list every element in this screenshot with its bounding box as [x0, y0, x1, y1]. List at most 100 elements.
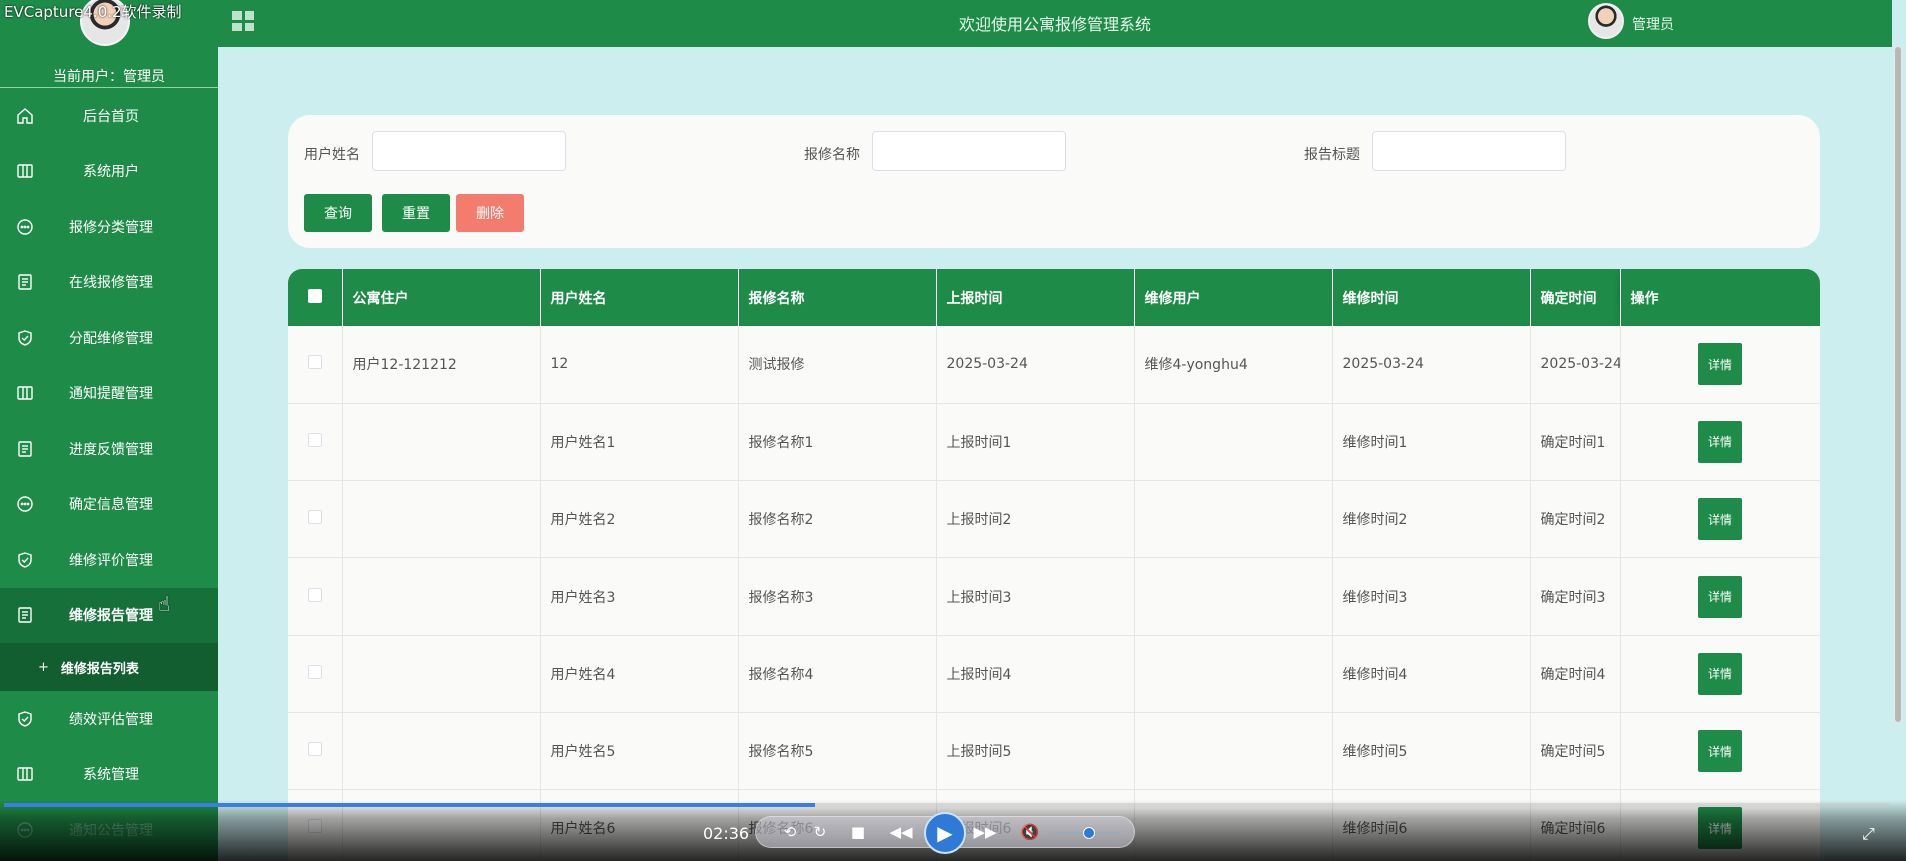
sidebar-subitem-label: 维修报告列表	[60, 661, 139, 677]
operation-cell: 详情	[1620, 557, 1820, 636]
sidebar-item[interactable]: 维修报告管理	[0, 587, 218, 643]
row-checkbox[interactable]	[307, 742, 322, 757]
table-body: 用户12-121212 12 测试报修 2025-03-24 维修4-yonghu4 20…	[288, 326, 1820, 861]
table-cell: 维修时间4	[1332, 635, 1531, 713]
refresh-icon[interactable]: ↻	[808, 816, 832, 848]
playback-progress[interactable]	[4, 803, 1889, 807]
table-cell: 确定时间1	[1530, 403, 1621, 482]
sidebar-item[interactable]: 报修分类管理	[0, 199, 218, 255]
table-cell: 用户姓名5	[540, 712, 739, 791]
rewind-icon[interactable]: ◀◀	[886, 816, 916, 848]
play-icon[interactable]: ▶	[924, 812, 966, 854]
table-cell: 上报时间1	[936, 403, 1135, 482]
reset-button[interactable]: 重置	[382, 194, 450, 232]
table-cell	[1134, 480, 1333, 559]
sidebar-item[interactable]: 绩效评估管理	[0, 691, 218, 747]
sidebar-item[interactable]: 通知提醒管理	[0, 366, 218, 422]
detail-button[interactable]: 详情	[1698, 652, 1742, 695]
search-label-username: 用户姓名	[304, 147, 360, 163]
document-icon	[15, 439, 35, 459]
sidebar-item[interactable]: 分配维修管理	[0, 310, 218, 366]
table-header-row: 公寓住户 用户姓名 报修名称 上报时间 维修用户 维修时间 确定时间 操作	[288, 269, 1820, 326]
select-all-checkbox[interactable]	[307, 288, 322, 303]
search-label-report-title: 报告标题	[1304, 147, 1360, 163]
mute-icon[interactable]: 🔇	[1018, 816, 1042, 848]
column-header: 确定时间	[1530, 269, 1621, 326]
fast-forward-icon[interactable]: ▶▶	[970, 816, 1000, 848]
table-cell: 12	[540, 326, 739, 404]
detail-button[interactable]: 详情	[1698, 730, 1742, 773]
mouse-cursor-icon: ☝	[158, 592, 171, 616]
operation-cell: 详情	[1620, 480, 1820, 559]
sidebar-item[interactable]: 在线报修管理	[0, 255, 218, 311]
column-header: 公寓住户	[342, 269, 541, 326]
table-cell	[342, 403, 541, 482]
table-cell: 报修名称2	[738, 480, 937, 559]
query-button[interactable]: 查询	[304, 194, 372, 232]
table-cell: 维修时间1	[1332, 403, 1531, 482]
row-checkbox[interactable]	[307, 664, 322, 679]
page-scrollbar[interactable]	[1894, 47, 1902, 722]
operation-cell: 详情	[1620, 635, 1820, 713]
sidebar-item[interactable]: 系统用户	[0, 144, 218, 200]
search-input-report-title[interactable]	[1372, 131, 1566, 171]
table-cell	[342, 557, 541, 636]
table-cell: 维修时间3	[1332, 557, 1531, 636]
row-checkbox[interactable]	[307, 587, 322, 602]
row-select-cell	[288, 557, 343, 636]
loop-icon[interactable]: ⟲	[778, 816, 802, 848]
home-icon	[15, 106, 35, 126]
column-header: 上报时间	[936, 269, 1135, 326]
row-checkbox[interactable]	[307, 355, 322, 370]
table-cell: 上报时间5	[936, 712, 1135, 791]
table-cell: 确定时间2	[1530, 480, 1621, 559]
operation-cell: 详情	[1620, 326, 1820, 404]
sidebar-subitem[interactable]: + 维修报告列表	[0, 643, 218, 691]
column-header: 用户姓名	[540, 269, 739, 326]
column-header: 操作	[1620, 269, 1820, 326]
sidebar-item[interactable]: 确定信息管理	[0, 477, 218, 533]
table-row: 用户姓名5 报修名称5 上报时间5 维修时间5 确定时间5 详情	[288, 712, 1820, 791]
table-cell: 报修名称5	[738, 712, 937, 791]
table-cell: 2025-03-24	[1332, 326, 1531, 404]
columns-icon	[15, 161, 35, 181]
data-table: 公寓住户 用户姓名 报修名称 上报时间 维修用户 维修时间 确定时间 操作 用户…	[288, 269, 1820, 861]
row-select-cell	[288, 403, 343, 482]
player-bar: 02:36 ⟲ ↻ ■ ◀◀ ▶ ▶▶ 🔇 ⤢	[0, 800, 1906, 861]
detail-button[interactable]: 详情	[1698, 575, 1742, 618]
table-cell: 测试报修	[738, 326, 937, 404]
row-select-cell	[288, 712, 343, 791]
detail-button[interactable]: 详情	[1698, 498, 1742, 541]
delete-button[interactable]: 删除	[456, 194, 524, 232]
table-cell: 报修名称4	[738, 635, 937, 713]
table-cell: 报修名称1	[738, 403, 937, 482]
row-checkbox[interactable]	[307, 432, 322, 447]
volume-knob[interactable]	[1083, 827, 1095, 839]
table-cell: 确定时间4	[1530, 635, 1621, 713]
admin-name[interactable]: 管理员	[1632, 14, 1674, 34]
table-cell: 用户姓名4	[540, 635, 739, 713]
search-input-username[interactable]	[372, 131, 566, 171]
sidebar-menu: 后台首页 系统用户 报修分类管理 在线报修管理 分配维修管理 通知提醒管理 进度反馈管理 确定…	[0, 88, 218, 858]
sidebar-item[interactable]: 进度反馈管理	[0, 421, 218, 477]
row-select-cell	[288, 635, 343, 713]
document-icon	[15, 272, 35, 292]
detail-button[interactable]: 详情	[1698, 420, 1742, 463]
detail-button[interactable]: 详情	[1698, 343, 1742, 386]
stop-icon[interactable]: ■	[846, 816, 870, 848]
table-cell: 上报时间3	[936, 557, 1135, 636]
avatar[interactable]	[1588, 3, 1624, 39]
fullscreen-icon[interactable]: ⤢	[1862, 824, 1875, 844]
table-row: 用户姓名1 报修名称1 上报时间1 维修时间1 确定时间1 详情	[288, 403, 1820, 482]
row-select-cell	[288, 326, 343, 404]
search-input-repair-name[interactable]	[872, 131, 1066, 171]
table-cell	[1134, 557, 1333, 636]
sidebar-item[interactable]: 系统管理	[0, 747, 218, 803]
row-checkbox[interactable]	[307, 510, 322, 525]
table-cell	[1134, 635, 1333, 713]
current-user: 当前用户：管理员	[0, 66, 218, 86]
table-cell: 用户姓名2	[540, 480, 739, 559]
sidebar-item[interactable]: 维修评价管理	[0, 532, 218, 588]
chat-icon	[15, 217, 35, 237]
sidebar-item[interactable]: 后台首页	[0, 88, 218, 144]
